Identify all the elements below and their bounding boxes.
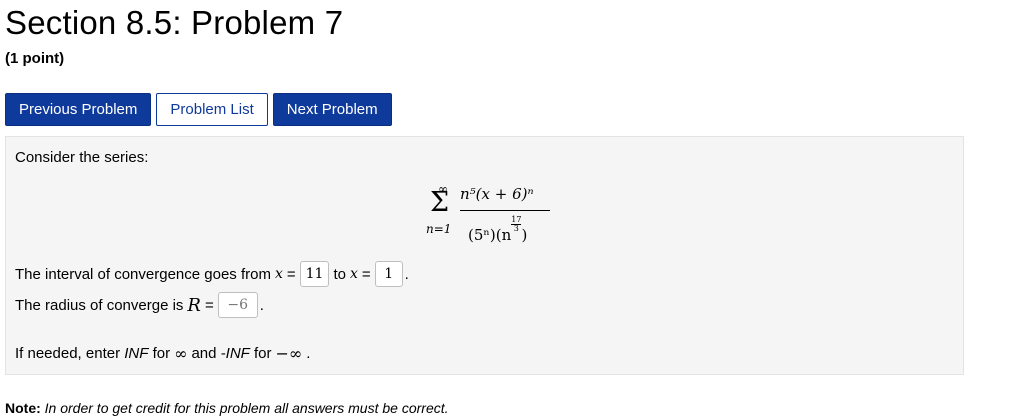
radius-prefix: The radius of converge is — [15, 296, 184, 314]
problem-intro: Consider the series: — [15, 149, 149, 166]
radius-answer[interactable]: −6 — [217, 292, 258, 318]
hint-part1: If needed, enter — [15, 345, 121, 362]
interval-prefix: The interval of convergence goes from — [15, 265, 271, 283]
infinity-symbol: ∞ — [174, 344, 188, 363]
series-formula: ∞ Σ n=1 n⁵(x + 6)ⁿ (5ⁿ)(n 17 3) — [426, 182, 566, 247]
interval-from-answer[interactable]: 11 — [299, 261, 330, 287]
entry-hint: If needed, enter INF for ∞ and -INF for … — [15, 344, 310, 363]
page-title: Section 8.5: Problem 7 — [5, 4, 344, 41]
denominator-close: ) — [521, 226, 528, 244]
sigma-symbol: Σ — [430, 187, 450, 218]
denominator-base: (5ⁿ)(n — [468, 226, 512, 244]
next-problem-button[interactable]: Next Problem — [272, 93, 392, 126]
hint-neg-inf-keyword: -INF — [220, 345, 250, 362]
hint-inf-keyword: INF — [124, 345, 149, 362]
interval-to-answer[interactable]: 1 — [374, 261, 403, 287]
note-text: In order to get credit for this problem … — [44, 400, 449, 416]
radius-var: R — [187, 294, 201, 316]
interval-to-label: to — [333, 265, 346, 283]
hint-part4: for — [254, 345, 272, 362]
radius-question: The radius of converge is R = −6 . — [15, 292, 264, 318]
interval-var-from: x — [274, 266, 283, 282]
interval-var-to: x — [349, 266, 358, 282]
sum-lower-limit: n=1 — [426, 222, 452, 236]
hint-period: . — [306, 345, 311, 362]
negative-infinity-symbol: −∞ — [275, 344, 303, 363]
fraction-bar — [460, 210, 550, 211]
hint-part2: for — [152, 345, 171, 362]
point-value: (1 point) — [5, 50, 65, 67]
previous-problem-button[interactable]: Previous Problem — [5, 93, 152, 126]
interval-eq-from: = — [286, 265, 296, 283]
interval-period: . — [404, 265, 409, 283]
series-numerator: n⁵(x + 6)ⁿ — [460, 185, 534, 203]
exponent-fraction: 17 3 — [511, 216, 522, 233]
series-denominator: (5ⁿ)(n 17 3) — [468, 216, 528, 245]
problem-panel: Consider the series: ∞ Σ n=1 n⁵(x + 6)ⁿ … — [5, 136, 964, 375]
problem-list-button[interactable]: Problem List — [156, 93, 268, 126]
interval-question: The interval of convergence goes from x … — [15, 261, 409, 287]
radius-period: . — [259, 296, 264, 314]
grading-note: Note: In order to get credit for this pr… — [5, 400, 449, 416]
interval-eq-to: = — [361, 265, 371, 283]
note-label: Note: — [5, 400, 41, 416]
exponent-denominator: 3 — [513, 224, 519, 233]
radius-eq: = — [204, 296, 214, 314]
problem-navigation: Previous Problem Problem List Next Probl… — [5, 93, 392, 126]
hint-part3: and — [191, 345, 217, 362]
